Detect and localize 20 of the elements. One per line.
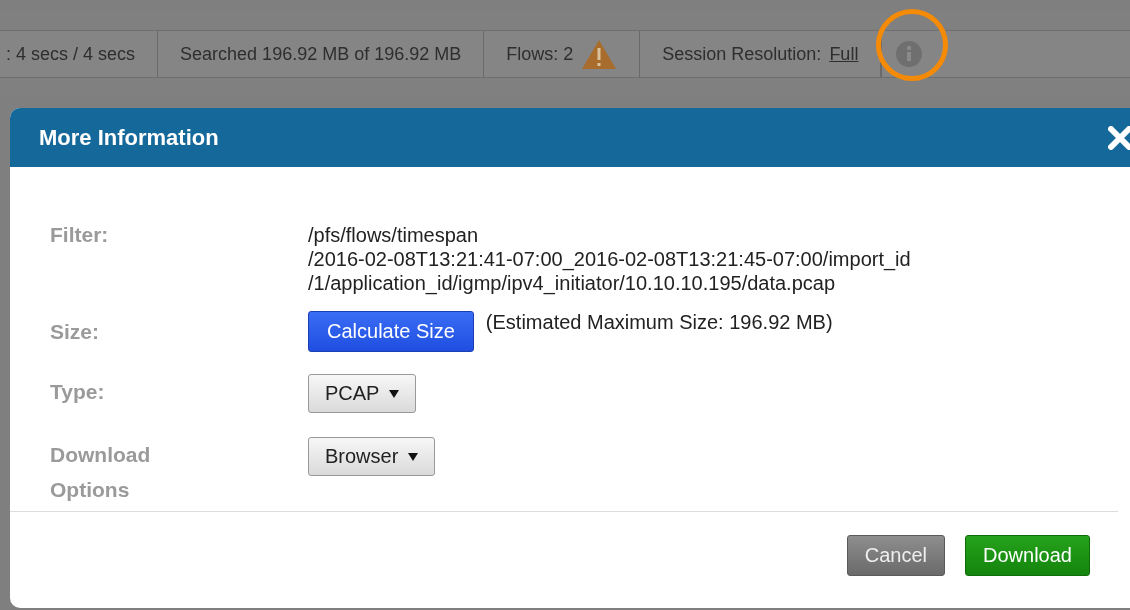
field-label: Type: — [50, 379, 106, 405]
field-label: Size: — [50, 319, 100, 345]
calculate-size-button[interactable]: Calculate Size — [308, 311, 474, 352]
status-text: Session Resolution: — [662, 43, 822, 65]
status-text: : 4 secs / 4 secs — [6, 43, 136, 65]
resolution-link[interactable]: Full — [829, 43, 859, 65]
size-estimate: (Estimated Maximum Size: 196.92 MB) — [485, 311, 833, 334]
field-label: Filter: — [50, 223, 110, 247]
status-text: Flows: 2 — [506, 43, 574, 65]
caret-icon — [389, 389, 400, 398]
download-button[interactable]: Download — [965, 535, 1090, 576]
close-icon[interactable] — [1108, 125, 1130, 150]
cancel-button[interactable]: Cancel — [846, 535, 946, 576]
caret-icon — [408, 452, 419, 461]
dropdown[interactable]: Browser — [308, 437, 436, 476]
field-label: Download Options — [50, 442, 152, 503]
dialog-title: More Information — [39, 124, 219, 151]
dropdown[interactable]: PCAP — [308, 374, 417, 413]
filter-path: /pfs/flows/timespan /2016-02-08T13:21:41-07:00_2016-02-08T13:21:45-07:00/import_id /1/application_id/igmp/ipv4_initiator/10.10.10.195/data.pcap — [308, 223, 912, 295]
status-text: Searched 196.92 MB of 196.92 MB — [180, 43, 462, 65]
